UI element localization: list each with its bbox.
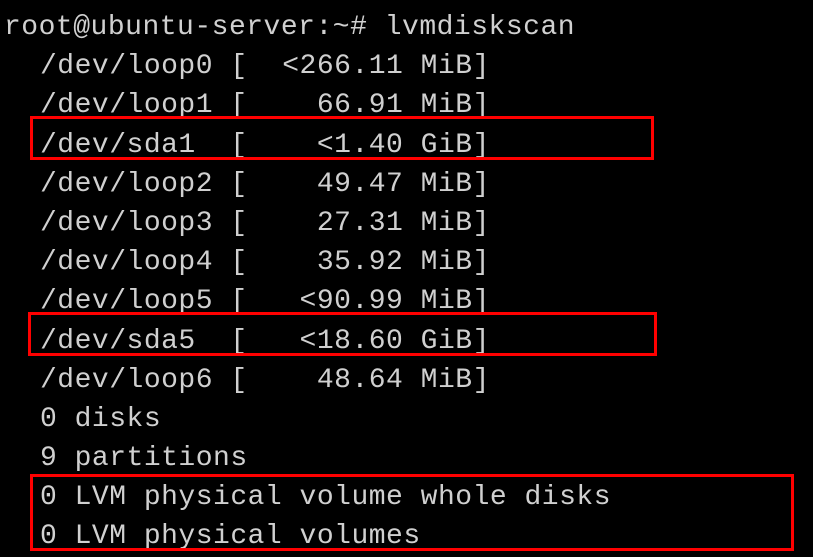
summary-partitions: 9 partitions <box>4 439 809 478</box>
user: root <box>4 12 73 43</box>
device-row: /dev/loop0 [ <266.11 MiB] <box>4 47 809 86</box>
device-list: /dev/loop0 [ <266.11 MiB]/dev/loop1 [ 66… <box>4 47 809 400</box>
device-row: /dev/loop6 [ 48.64 MiB] <box>4 361 809 400</box>
summary-pv: 0 LVM physical volumes <box>4 517 809 556</box>
device-row: /dev/loop4 [ 35.92 MiB] <box>4 243 809 282</box>
device-row: /dev/loop1 [ 66.91 MiB] <box>4 86 809 125</box>
prompt-line: root@ubuntu-server:~# lvmdiskscan <box>4 8 809 47</box>
device-row: /dev/loop5 [ <90.99 MiB] <box>4 282 809 321</box>
summary-pv-whole: 0 LVM physical volume whole disks <box>4 478 809 517</box>
device-row: /dev/sda1 [ <1.40 GiB] <box>4 126 809 165</box>
command: lvmdiskscan <box>385 12 575 43</box>
path: ~ <box>333 12 350 43</box>
prompt-symbol: # <box>350 12 367 43</box>
device-row: /dev/loop2 [ 49.47 MiB] <box>4 165 809 204</box>
host: ubuntu-server <box>91 12 316 43</box>
device-row: /dev/sda5 [ <18.60 GiB] <box>4 322 809 361</box>
device-row: /dev/loop3 [ 27.31 MiB] <box>4 204 809 243</box>
summary-disks: 0 disks <box>4 400 809 439</box>
